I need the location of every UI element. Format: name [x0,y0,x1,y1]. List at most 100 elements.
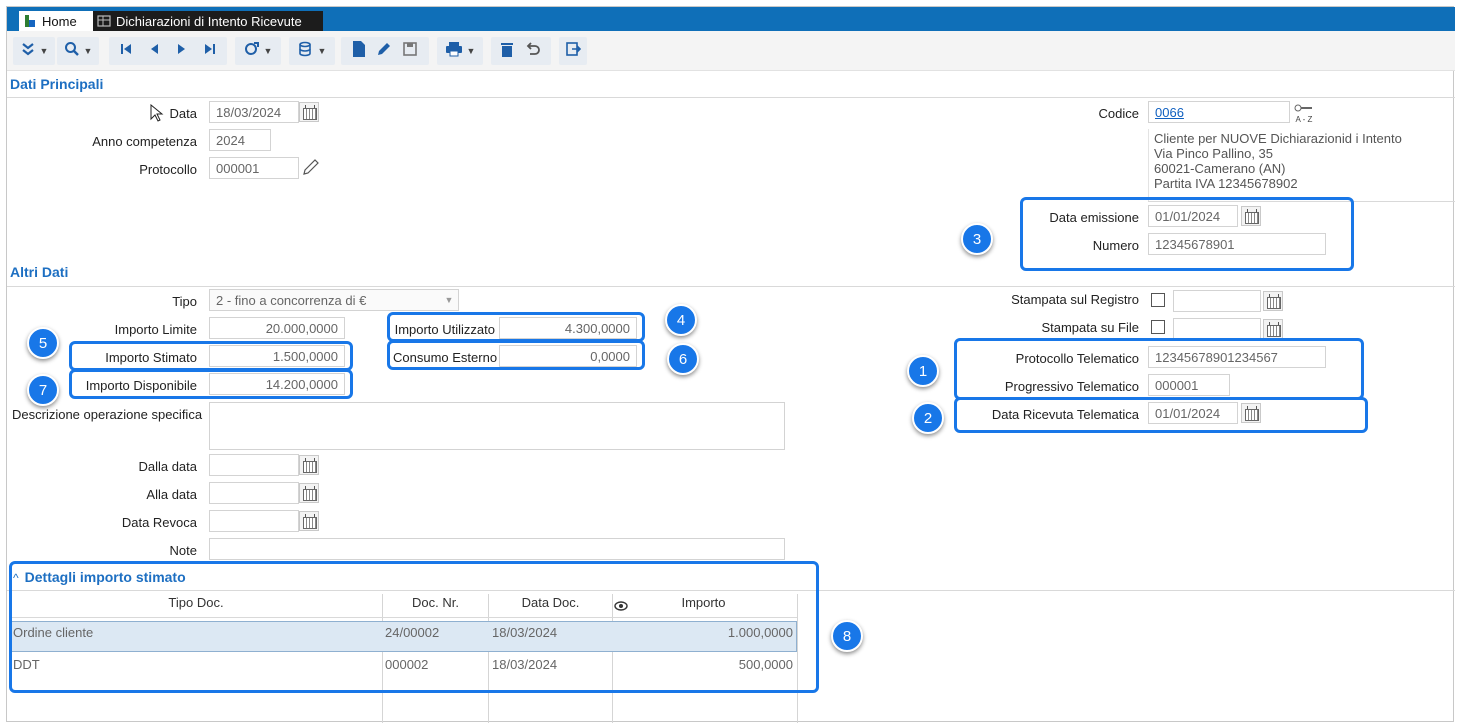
importo-utilizzato-field[interactable]: 4.300,0000 [499,317,637,339]
stampata-file-date[interactable] [1173,318,1261,340]
progressivo-telematico-field[interactable]: 000001 [1148,374,1230,396]
calendar-icon[interactable] [299,511,319,531]
chevron-down-icon: ▼ [444,295,454,305]
divider [7,286,1455,287]
undo-icon[interactable] [525,41,541,62]
data-revoca-field[interactable] [209,510,299,532]
codice-field[interactable]: 0066 [1148,101,1290,123]
first-record-icon[interactable] [120,42,132,60]
callout-badge-3: 3 [961,223,993,255]
customer-vat: Partita IVA 12345678902 [1154,176,1298,191]
section-dati-principali: Dati Principali [10,76,104,92]
protocollo-telematico-field[interactable]: 12345678901234567 [1148,346,1326,368]
importo-limite-field[interactable]: 20.000,0000 [209,317,345,339]
chevron-up-icon: ^ [13,571,19,585]
save-icon[interactable] [402,41,418,62]
divider [7,97,1455,98]
pencil-icon[interactable] [301,157,321,180]
stampata-file-checkbox[interactable] [1151,320,1165,334]
cell-data-doc: 18/03/2024 [492,625,558,640]
protocollo-field[interactable]: 000001 [209,157,299,179]
data-ricevuta-telematica-field[interactable]: 01/01/2024 [1148,402,1238,424]
column-header-data-doc[interactable]: Data Doc. [489,595,612,610]
callout-badge-6: 6 [667,343,699,375]
expand-button[interactable]: ▼ [13,37,55,65]
last-record-icon[interactable] [204,42,216,60]
print-button[interactable]: ▼ [437,37,483,65]
customer-address: Cliente per NUOVE Dichiarazionid i Inten… [1154,131,1402,191]
toolbar: ▼ ▼ ▼ ▼ ▼ [7,31,1455,71]
anno-competenza-label: Anno competenza [92,134,197,149]
alla-data-label: Alla data [146,487,197,502]
protocollo-telematico-label: Protocollo Telematico [1015,351,1139,366]
callout-badge-7: 7 [27,374,59,406]
search-button[interactable]: ▼ [57,37,99,65]
application-window: Home Dichiarazioni di Intento Ricevute ▼… [6,6,1455,723]
view-options-button[interactable]: ▼ [235,37,281,65]
callout-badge-8: 8 [831,620,863,652]
calendar-icon[interactable] [1241,206,1261,226]
edit-actions [341,37,429,65]
codice-link[interactable]: 0066 [1155,105,1184,120]
data-emissione-field[interactable]: 01/01/2024 [1148,205,1238,227]
search-az-icon[interactable]: A - Z [1292,101,1316,124]
anno-competenza-field[interactable]: 2024 [209,129,271,151]
tab-dichiarazioni[interactable]: Dichiarazioni di Intento Ricevute [93,11,323,31]
data-label: Data [169,106,197,121]
next-record-icon[interactable] [176,42,188,60]
calendar-icon[interactable] [1263,319,1283,339]
exit-button[interactable] [559,37,587,65]
delete-icon[interactable] [501,41,513,62]
column-header-doc-nr[interactable]: Doc. Nr. [383,595,488,610]
cell-doc-nr: 000002 [385,657,429,672]
new-document-icon[interactable] [352,40,366,63]
grid-header-divider [11,617,797,618]
database-button[interactable]: ▼ [289,37,335,65]
eye-icon[interactable] [614,599,628,614]
section-altri-dati: Altri Dati [10,264,69,280]
tab-home[interactable]: Home [19,11,93,31]
progressivo-telematico-label: Progressivo Telematico [1004,379,1139,394]
exit-icon [565,41,582,62]
tipo-label: Tipo [172,294,197,309]
dalla-data-field[interactable] [209,454,299,476]
delete-undo-actions [491,37,551,65]
note-field[interactable] [209,538,785,560]
previous-record-icon[interactable] [148,42,160,60]
column-header-tipo-doc[interactable]: Tipo Doc. [11,595,381,610]
importo-limite-label: Importo Limite [114,322,197,337]
codice-label: Codice [1098,106,1139,121]
tab-bar: Home Dichiarazioni di Intento Ricevute [7,7,1455,31]
grid-column-divider [488,594,489,723]
divider [7,590,1455,591]
consumo-esterno-field[interactable]: 0,0000 [499,345,637,367]
stampata-registro-date[interactable] [1173,290,1261,312]
callout-badge-1: 1 [907,355,939,387]
importo-disponibile-field[interactable]: 14.200,0000 [209,373,345,395]
cell-data-doc: 18/03/2024 [492,657,558,672]
calendar-icon[interactable] [1263,291,1283,311]
cell-doc-nr: 24/00002 [385,625,440,640]
numero-label: Numero [1092,238,1139,253]
descrizione-textarea[interactable] [209,402,785,450]
importo-stimato-field[interactable]: 1.500,0000 [209,345,345,367]
calendar-icon[interactable] [299,483,319,503]
cell-importo: 1.000,0000 [727,625,793,640]
calendar-icon[interactable] [1241,403,1261,423]
importo-utilizzato-label: Importo Utilizzato [394,322,495,337]
consumo-esterno-label: Consumo Esterno [393,350,498,365]
column-header-importo[interactable]: Importo [631,595,776,610]
note-label: Note [169,543,197,558]
tipo-select[interactable]: 2 - fino a concorrenza di € ▼ [209,289,459,311]
alla-data-field[interactable] [209,482,299,504]
cell-tipo-doc: DDT [13,657,40,672]
section-dettagli-title: Dettagli importo stimato [24,569,186,585]
calendar-icon[interactable] [299,102,319,122]
stampata-registro-checkbox[interactable] [1151,293,1165,307]
edit-icon[interactable] [376,41,392,62]
calendar-icon[interactable] [299,455,319,475]
data-field[interactable]: 18/03/2024 [209,101,299,123]
collapse-section-toggle[interactable]: ^ Dettagli importo stimato [13,569,186,585]
numero-field[interactable]: 12345678901 [1148,233,1326,255]
tab-home-label: Home [42,13,77,29]
